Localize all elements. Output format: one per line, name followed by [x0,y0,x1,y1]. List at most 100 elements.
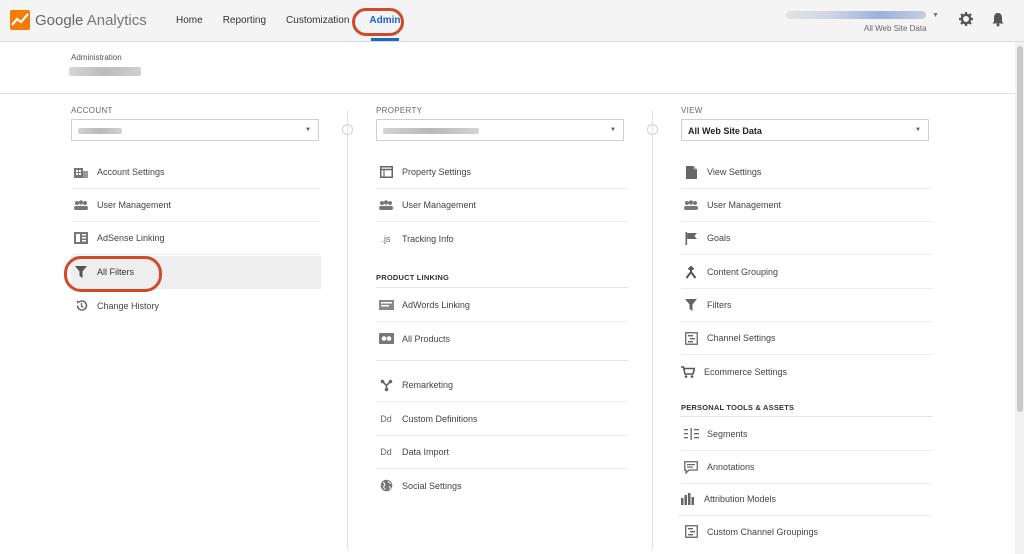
account-name-redacted [69,67,141,76]
menu-item-label: AdSense Linking [97,233,165,243]
segments-item[interactable]: Segments [681,418,933,451]
filter-icon [683,297,699,313]
change-history-item[interactable]: Change History [71,289,321,322]
menu-item-label: Segments [707,429,748,439]
custom-channel-groupings-item[interactable]: Custom Channel Groupings [681,515,933,548]
menu-item-label: AdWords Linking [402,300,470,310]
view-column-title: VIEW [681,106,703,115]
menu-item-label: Social Settings [402,480,462,491]
history-icon [73,298,89,314]
cart-icon [680,364,696,380]
page-title: Administration [71,53,122,62]
products-icon [378,331,394,347]
content-grouping-item[interactable]: Content Grouping [681,256,933,289]
annotations-item[interactable]: Annotations [681,451,933,484]
property-dropdown-redacted [383,128,479,134]
caret-down-icon: ▼ [610,127,616,133]
all-filters-highlight-circle [64,256,162,292]
property-user-management-item[interactable]: User Management [376,189,628,222]
column-divider [652,110,653,550]
menu-item-label: User Management [97,200,172,210]
view-dropdown[interactable]: All Web Site Data ▼ [681,119,929,141]
all-products-item[interactable]: All Products [376,322,628,355]
admin-highlight-circle [352,8,404,36]
adsense-linking-item[interactable]: AdSense Linking [71,222,321,255]
menu-item-label: Account Settings [97,167,165,177]
menu-item-label: Change History [97,300,160,311]
menu-item-label: Custom Definitions [402,414,478,424]
building-icon [73,164,89,180]
users-icon [683,197,699,213]
adwords-icon [378,297,394,313]
custom-definitions-item[interactable]: Dd Custom Definitions [376,403,628,436]
menu-item-label: Custom Channel Groupings [707,526,819,537]
js-icon: .js [381,233,391,244]
view-user-management-item[interactable]: User Management [681,189,933,222]
property-dropdown[interactable]: ▼ [376,119,624,141]
menu-item-label: Property Settings [402,167,472,177]
social-settings-item[interactable]: Social Settings [376,469,628,502]
account-dropdown[interactable]: ▼ [71,119,319,141]
segments-icon [683,426,699,442]
attribution-models-item[interactable]: Attribution Models [678,483,933,516]
section-divider [376,360,628,361]
scrollbar-thumb[interactable] [1017,46,1023,412]
google-analytics-logo[interactable]: Google Analytics [10,10,147,30]
adsense-icon [73,230,89,246]
users-icon [73,197,89,213]
ecommerce-settings-item[interactable]: Ecommerce Settings [678,355,933,388]
view-dropdown-value: All Web Site Data [688,126,762,136]
remarketing-icon [378,377,394,393]
dd-icon: Dd [380,447,392,457]
view-filters-item[interactable]: Filters [681,289,933,322]
globe-icon [378,478,394,494]
account-selector[interactable]: ▼ All Web Site Data [786,8,939,34]
window-icon [378,164,394,180]
caret-down-icon: ▼ [932,12,939,19]
menu-item-label: Data Import [402,447,450,457]
channel-icon [683,330,699,346]
goals-item[interactable]: Goals [681,222,933,255]
logo-product: Analytics [86,11,147,29]
property-column-title: PROPERTY [376,106,423,115]
grouping-icon [683,264,699,280]
view-settings-item[interactable]: View Settings [681,156,933,189]
logo-google: Google [35,11,84,29]
account-user-management-item[interactable]: User Management [71,189,321,222]
column-divider [347,110,348,550]
admin-header: Administration [0,42,1015,94]
attribution-icon [680,491,696,507]
menu-item-label: Tracking Info [402,233,454,244]
menu-item-label: Goals [707,233,731,243]
menu-item-label: Ecommerce Settings [704,366,788,377]
adwords-linking-item[interactable]: AdWords Linking [376,289,628,322]
channel-settings-item[interactable]: Channel Settings [681,322,933,355]
tracking-info-item[interactable]: .js Tracking Info [376,222,628,255]
analytics-logo-icon [10,10,30,30]
product-linking-section-title: PRODUCT LINKING [376,273,449,282]
menu-item-label: All Products [402,333,451,344]
menu-item-label: View Settings [707,167,762,177]
section-divider [681,416,933,417]
data-import-item[interactable]: Dd Data Import [376,436,628,469]
remarketing-item[interactable]: Remarketing [376,369,628,402]
caret-down-icon: ▼ [915,127,921,133]
flag-icon [683,230,699,246]
property-settings-item[interactable]: Property Settings [376,156,628,189]
menu-item-label: Annotations [707,462,755,472]
bell-icon[interactable] [990,11,1006,27]
menu-item-label: Filters [707,300,732,310]
top-bar: Google Analytics Home Reporting Customiz… [0,0,1024,42]
menu-item-label: Attribution Models [704,494,777,504]
menu-item-label: User Management [707,200,782,210]
nav-customization[interactable]: Customization [276,0,359,42]
annotation-icon [683,459,699,475]
nav-reporting[interactable]: Reporting [213,0,276,42]
nav-home[interactable]: Home [166,0,213,42]
gear-icon[interactable] [958,11,974,27]
menu-item-label: Channel Settings [707,333,776,343]
account-column-title: ACCOUNT [71,106,113,115]
account-settings-item[interactable]: Account Settings [71,156,321,189]
account-name-redacted [786,11,926,19]
menu-item-label: User Management [402,200,477,210]
